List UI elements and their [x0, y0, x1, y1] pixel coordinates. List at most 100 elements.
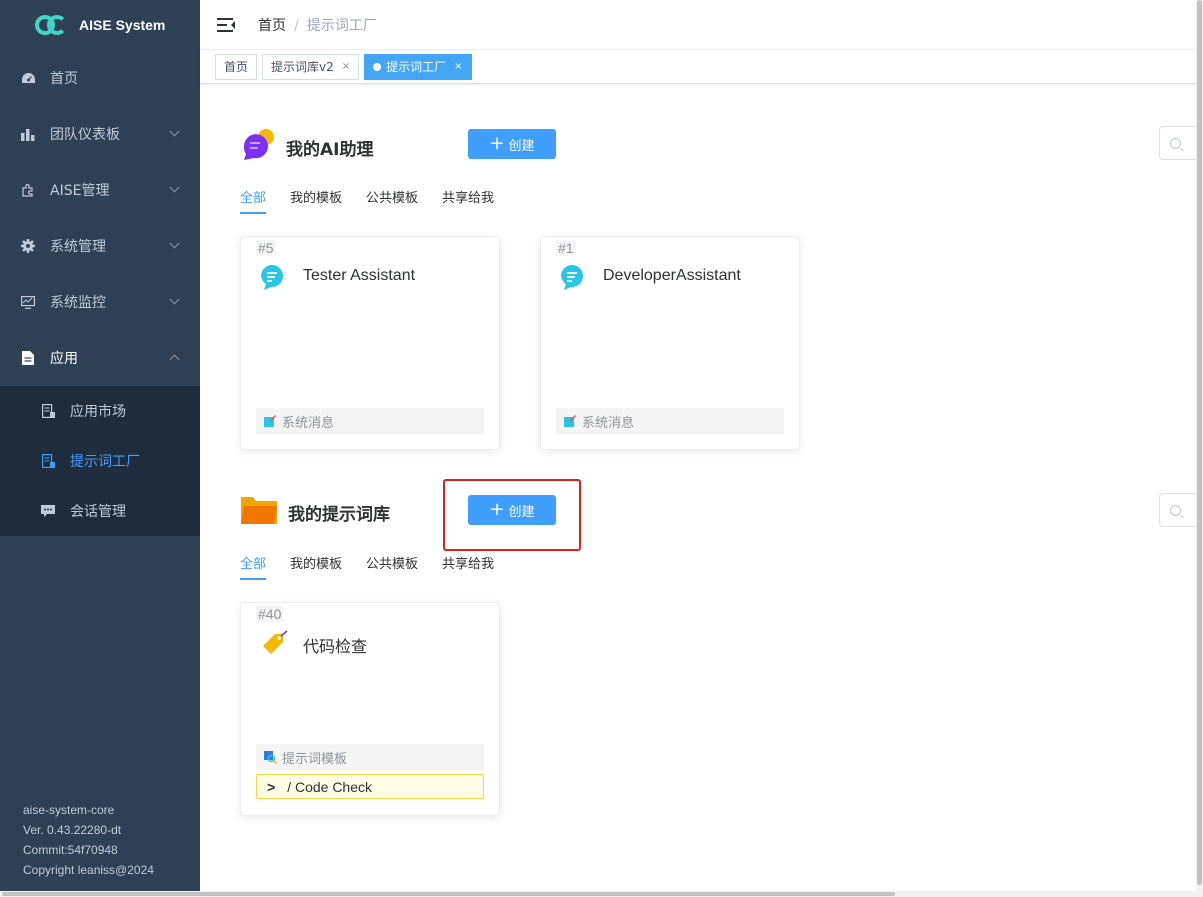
- tag-label: 提示词工厂: [386, 59, 447, 74]
- app-title: AISE System: [79, 17, 166, 33]
- vertical-scrollbar[interactable]: [1196, 0, 1203, 897]
- plus-icon: +: [489, 133, 505, 154]
- tab-shared-with-me[interactable]: 共享给我: [442, 553, 494, 580]
- prompt-search-input[interactable]: [1159, 493, 1199, 527]
- sidebar-item-home[interactable]: 首页: [0, 50, 200, 106]
- search-icon: [1170, 137, 1181, 149]
- command-prompt-symbol: >: [267, 778, 276, 795]
- plus-icon: +: [489, 499, 505, 520]
- sidebar: AISE System 首页 团队仪表板 AISE管理 系统管理 系统监控 应用…: [0, 0, 200, 891]
- card-id: #40: [256, 606, 284, 622]
- sidebar-subitem-app-market[interactable]: 应用市场: [0, 386, 200, 436]
- create-button-label: 创建: [508, 138, 535, 154]
- assistants-tabs: 全部 我的模板 公共模板 共享给我: [240, 187, 518, 214]
- sidebar-item-label: 团队仪表板: [50, 127, 120, 143]
- create-assistant-button[interactable]: + 创建: [468, 129, 556, 159]
- close-icon[interactable]: ×: [454, 55, 462, 79]
- sidebar-item-label: 系统管理: [50, 239, 106, 255]
- tab-shared-with-me[interactable]: 共享给我: [442, 187, 494, 214]
- card-title: 代码检查: [303, 639, 368, 656]
- version-copyright: Copyright leaniss@2024: [23, 863, 154, 877]
- tab-all[interactable]: 全部: [240, 187, 267, 214]
- logo-icon: [35, 15, 67, 35]
- sidebar-item-system-management[interactable]: 系统管理: [0, 218, 200, 274]
- version-name: aise-system-core: [23, 803, 115, 817]
- tab-public-templates[interactable]: 公共模板: [366, 187, 418, 214]
- tag-label-icon: [259, 630, 288, 658]
- system-message-icon: [264, 415, 276, 427]
- hamburger-icon[interactable]: [217, 17, 235, 32]
- logo[interactable]: AISE System: [0, 0, 200, 50]
- tag-home[interactable]: 首页: [215, 53, 258, 80]
- tab-my-templates[interactable]: 我的模板: [290, 553, 342, 580]
- bar-chart-icon: [20, 126, 36, 142]
- sidebar-subitem-session-management[interactable]: 会话管理: [0, 486, 200, 536]
- assistants-title: 我的AI助理: [286, 139, 374, 160]
- card-footer: 提示词模板: [256, 744, 484, 770]
- tab-my-templates[interactable]: 我的模板: [290, 187, 342, 214]
- prompts-section-header: 我的提示词库: [240, 494, 390, 530]
- tag-prompt-factory[interactable]: 提示词工厂 ×: [364, 53, 472, 80]
- prompts-title: 我的提示词库: [288, 504, 390, 525]
- apps-submenu: 应用市场 提示词工厂 会话管理: [0, 386, 200, 536]
- version-info: aise-system-core Ver. 0.43.22280-dt Comm…: [23, 800, 154, 880]
- card-footer-label: 系统消息: [282, 415, 335, 431]
- tab-public-templates[interactable]: 公共模板: [366, 553, 418, 580]
- gear-icon: [20, 238, 36, 254]
- version-number: Ver. 0.43.22280-dt: [23, 823, 122, 837]
- chat-icon: [40, 503, 56, 519]
- sidebar-item-label: 应用: [50, 351, 78, 367]
- sidebar-item-label: AISE管理: [50, 183, 110, 199]
- sidebar-item-label: 首页: [50, 71, 78, 87]
- active-dot-icon: [373, 62, 382, 71]
- sidebar-subitem-prompt-factory[interactable]: 提示词工厂: [0, 436, 200, 486]
- sidebar-subitem-label: 会话管理: [70, 504, 126, 520]
- sidebar-subitem-label: 提示词工厂: [70, 454, 140, 470]
- sidebar-subitem-label: 应用市场: [70, 404, 126, 420]
- navbar: 首页 / 提示词工厂: [200, 0, 1196, 50]
- main-content: 首页 / 提示词工厂 首页 提示词库v2 × 提示词工厂 × 我的AI助理 + …: [200, 0, 1199, 891]
- monitor-icon: [20, 294, 36, 310]
- tag-prompt-library-v2[interactable]: 提示词库v2 ×: [262, 53, 360, 80]
- horizontal-scrollbar[interactable]: [0, 891, 1196, 897]
- breadcrumb: 首页 / 提示词工厂: [258, 15, 377, 35]
- tab-all[interactable]: 全部: [240, 553, 267, 580]
- factory-icon: [40, 453, 56, 469]
- sidebar-item-team-dashboard[interactable]: 团队仪表板: [0, 106, 200, 162]
- close-icon[interactable]: ×: [342, 55, 350, 79]
- store-icon: [40, 403, 56, 419]
- card-id: #5: [256, 240, 276, 256]
- create-button-label: 创建: [508, 504, 535, 520]
- tags-view: 首页 提示词库v2 × 提示词工厂 ×: [200, 50, 1196, 84]
- assistants-section-header: 我的AI助理: [240, 128, 373, 166]
- create-prompt-button[interactable]: + 创建: [468, 495, 556, 525]
- card-footer-label: 提示词模板: [282, 751, 348, 767]
- puzzle-icon: [20, 182, 36, 198]
- prompts-tabs: 全部 我的模板 公共模板 共享给我: [240, 553, 518, 580]
- chevron-down-icon: [169, 126, 180, 137]
- breadcrumb-home[interactable]: 首页: [258, 18, 286, 34]
- card-footer-label: 系统消息: [582, 415, 635, 431]
- assistant-card[interactable]: #1 DeveloperAssistant 系统消息: [540, 236, 800, 450]
- chevron-down-icon: [169, 294, 180, 305]
- chevron-up-icon: [169, 354, 180, 365]
- chat-bubble-icon: [559, 264, 587, 292]
- prompt-card[interactable]: #40 代码检查 提示词模板 > / Code Check: [240, 602, 500, 816]
- breadcrumb-current: 提示词工厂: [306, 17, 377, 34]
- folder-icon: [240, 494, 278, 530]
- card-footer: 系统消息: [556, 408, 784, 434]
- assistant-card[interactable]: #5 Tester Assistant 系统消息: [240, 236, 500, 450]
- card-id: #1: [556, 240, 576, 256]
- chevron-down-icon: [169, 238, 180, 249]
- sidebar-item-system-monitor[interactable]: 系统监控: [0, 274, 200, 330]
- sidebar-item-apps[interactable]: 应用: [0, 330, 200, 386]
- card-footer: 系统消息: [256, 408, 484, 434]
- assistant-search-input[interactable]: [1159, 126, 1199, 160]
- card-title: Tester Assistant: [303, 267, 416, 284]
- dashboard-icon: [20, 70, 36, 86]
- command-box[interactable]: > / Code Check: [256, 774, 484, 799]
- system-message-icon: [564, 415, 576, 427]
- document-icon: [20, 350, 36, 366]
- tag-label: 提示词库v2: [271, 59, 334, 74]
- sidebar-item-aise-management[interactable]: AISE管理: [0, 162, 200, 218]
